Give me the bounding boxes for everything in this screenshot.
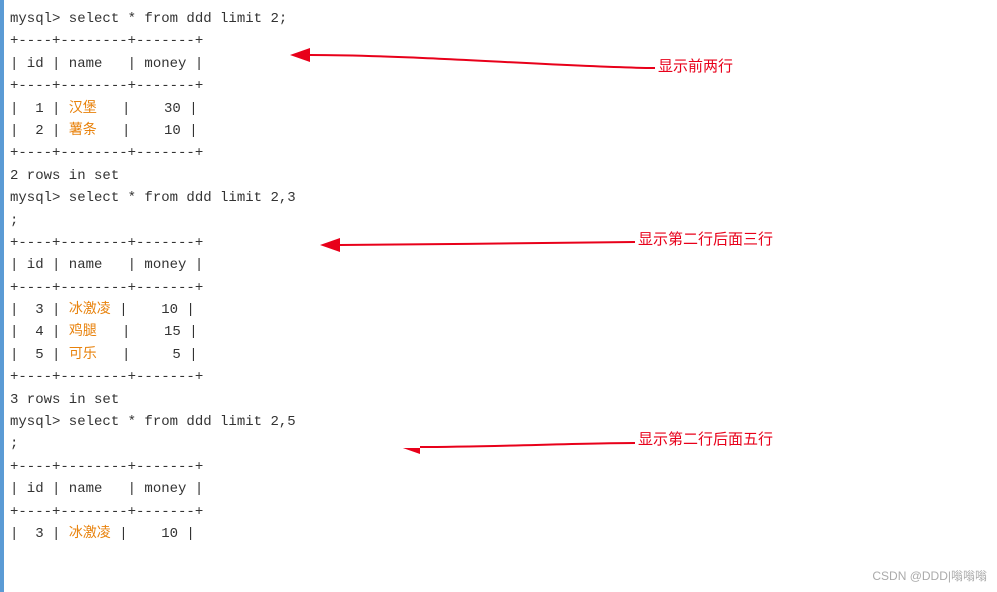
arrow-3: [0, 0, 720, 500]
terminal-line: +----+--------+-------+: [10, 501, 987, 523]
terminal-line: | 3 | 冰激凌 | 10 |: [10, 523, 987, 545]
watermark: CSDN @DDD|嗡嗡嗡: [872, 567, 987, 584]
